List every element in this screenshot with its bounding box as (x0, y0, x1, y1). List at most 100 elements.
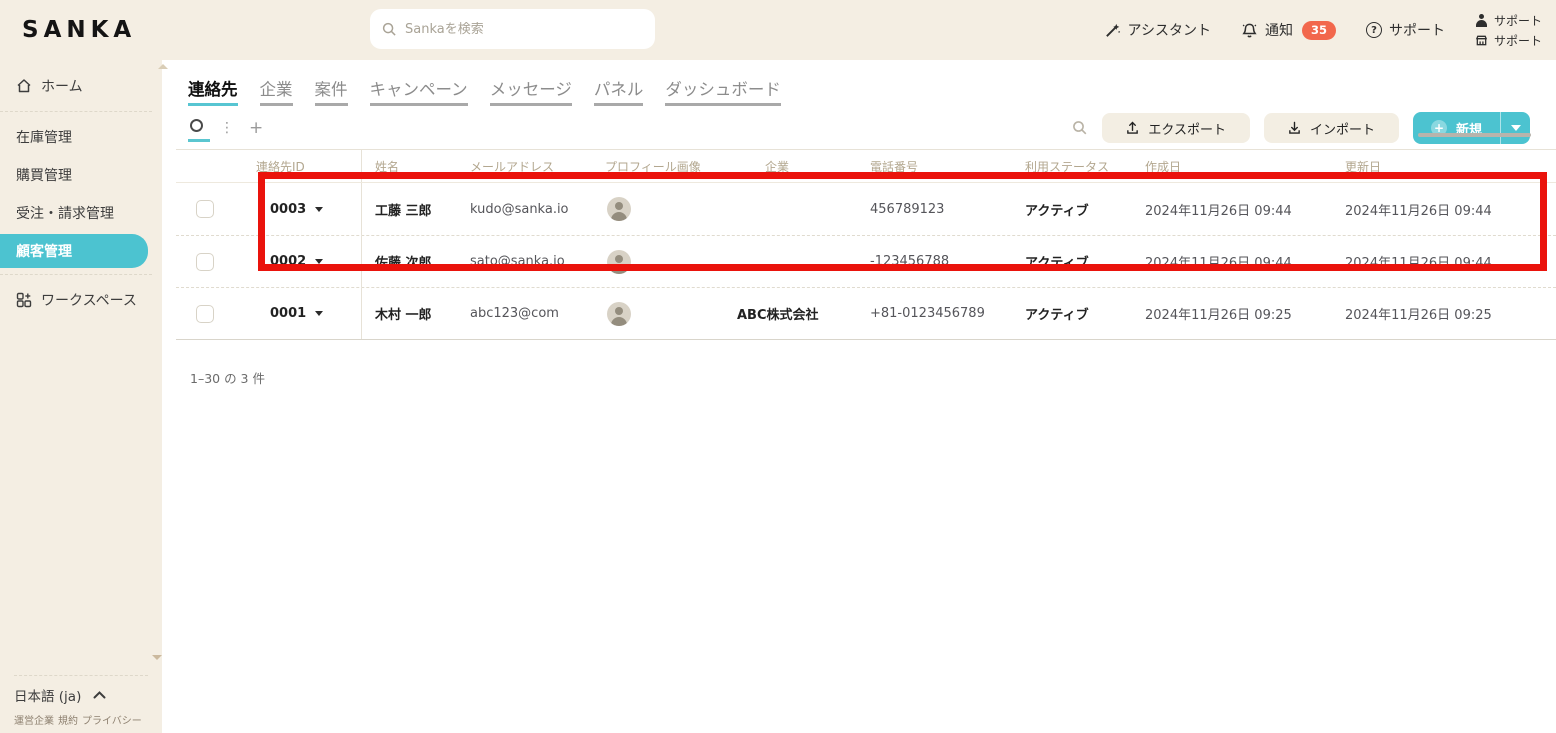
add-view-icon[interactable]: + (249, 118, 263, 138)
legal-links: 運営企業 規約 プライバシー (14, 712, 148, 727)
storefront-icon (1475, 34, 1488, 47)
cell-select (176, 288, 250, 339)
cell-company[interactable] (725, 183, 860, 235)
contacts-table: 連絡先ID 姓名 メールアドレス プロフィール画像 企業 電話番号 利用ステータ… (176, 149, 1556, 340)
sidebar-item-orders-billing[interactable]: 受注・請求管理 (0, 194, 162, 232)
user-menu[interactable]: サポート サポート (1475, 12, 1542, 49)
cell-company[interactable]: ABC株式会社 (725, 288, 860, 339)
cell-company[interactable] (725, 236, 860, 287)
new-record-button[interactable]: + 新規 (1412, 112, 1530, 144)
sidebar-item-purchasing[interactable]: 購買管理 (0, 156, 162, 194)
import-button[interactable]: インポート (1263, 113, 1399, 143)
sidebar-item-label: 受注・請求管理 (16, 206, 114, 222)
header-contact-id[interactable]: 連絡先ID (250, 150, 362, 182)
cell-status[interactable]: アクティブ (1015, 183, 1135, 235)
header-status[interactable]: 利用ステータス (1015, 150, 1135, 182)
export-label: エクスポート (1148, 122, 1226, 138)
tab-contacts[interactable]: 連絡先 (188, 76, 238, 106)
table-row: 0001 木村 一郎 abc123@com ABC株式会社 +81-012345… (176, 287, 1556, 339)
header-phone[interactable]: 電話番号 (860, 150, 1015, 182)
cell-email[interactable]: abc123@com (460, 288, 595, 339)
divider (0, 111, 152, 112)
cell-profile-image (595, 183, 725, 235)
cell-phone[interactable]: -123456788 (860, 236, 1015, 287)
cell-profile-image (595, 288, 725, 339)
tab-messages[interactable]: メッセージ (489, 76, 572, 106)
person-icon (1475, 13, 1488, 27)
download-icon (1288, 121, 1301, 135)
cell-contact-id: 0003 (250, 183, 362, 235)
cell-email[interactable]: kudo@sanka.io (460, 183, 595, 235)
header-profile-image[interactable]: プロフィール画像 (595, 150, 725, 182)
cell-contact-id: 0001 (250, 288, 362, 339)
module-tabs: 連絡先 企業 案件 キャンペーン メッセージ パネル ダッシュボード (176, 60, 1556, 106)
new-record-dropdown[interactable] (1500, 112, 1530, 144)
search-icon (382, 22, 397, 37)
contact-id-dropdown[interactable]: 0001 (270, 306, 324, 321)
sidebar: ホーム 在庫管理 購買管理 受注・請求管理 顧客管理 ワークスペース 日本語 (… (0, 60, 162, 733)
view-toolbar: ⋮ + エクスポート インポート + 新規 (176, 112, 1556, 144)
bell-icon (1241, 22, 1258, 39)
row-checkbox[interactable] (196, 252, 214, 271)
app-logo[interactable]: SANKA (22, 17, 352, 43)
contact-id-dropdown[interactable]: 0002 (270, 254, 324, 269)
tab-companies[interactable]: 企業 (259, 76, 293, 106)
avatar-icon[interactable] (607, 197, 631, 221)
global-search[interactable] (370, 9, 655, 49)
header-email[interactable]: メールアドレス (460, 150, 595, 182)
view-tab-active[interactable] (188, 118, 210, 142)
tab-dashboard[interactable]: ダッシュボード (665, 76, 781, 106)
contact-id: 0003 (270, 201, 307, 217)
legal-link-terms[interactable]: 規約 (58, 712, 78, 727)
upload-icon (1126, 121, 1139, 135)
caret-down-icon (315, 311, 324, 316)
sidebar-item-customers[interactable]: 顧客管理 (0, 234, 148, 268)
tab-deals[interactable]: 案件 (314, 76, 348, 106)
sidebar-item-inventory[interactable]: 在庫管理 (0, 118, 162, 156)
assistant-button[interactable]: アシスタント (1104, 20, 1211, 40)
wand-icon (1104, 22, 1121, 39)
cell-created: 2024年11月26日 09:25 (1145, 308, 1292, 323)
notifications-button[interactable]: 通知 35 (1241, 20, 1336, 40)
circle-view-icon (190, 119, 203, 132)
contact-id-dropdown[interactable]: 0003 (270, 201, 324, 217)
question-icon: ? (1365, 22, 1382, 38)
cell-name[interactable]: 工藤 三郎 (362, 183, 460, 235)
sidebar-item-home[interactable]: ホーム (0, 60, 162, 105)
header-company[interactable]: 企業 (725, 150, 860, 182)
sidebar-item-label: ホーム (41, 79, 83, 95)
language-selector[interactable]: 日本語 (ja) (14, 685, 148, 705)
table-search-icon[interactable] (1072, 120, 1088, 136)
export-button[interactable]: エクスポート (1102, 113, 1250, 143)
pagination-summary: 1–30 の 3 件 (190, 371, 265, 386)
avatar-icon[interactable] (607, 249, 631, 274)
cell-status[interactable]: アクティブ (1015, 288, 1135, 339)
cell-profile-image (595, 236, 725, 287)
support-button[interactable]: ? サポート (1365, 20, 1445, 40)
cell-status[interactable]: アクティブ (1015, 236, 1135, 287)
cell-created: 2024年11月26日 09:44 (1145, 256, 1292, 271)
header-created[interactable]: 作成日 (1135, 150, 1335, 182)
search-input[interactable] (405, 21, 643, 37)
cell-email[interactable]: sato@sanka.io (460, 236, 595, 287)
cell-name[interactable]: 木村 一郎 (362, 288, 460, 339)
cell-phone[interactable]: +81-0123456789 (860, 288, 1015, 339)
scroll-up-indicator[interactable] (158, 64, 168, 69)
cell-name[interactable]: 佐藤 次郎 (362, 236, 460, 287)
header-updated[interactable]: 更新日 (1335, 150, 1556, 182)
table-row: 0002 佐藤 次郎 sato@sanka.io -123456788 アクティ… (176, 235, 1556, 287)
cell-phone[interactable]: 456789123 (860, 183, 1015, 235)
row-checkbox[interactable] (196, 304, 214, 323)
legal-link-company[interactable]: 運営企業 (14, 712, 54, 727)
legal-link-privacy[interactable]: プライバシー (82, 712, 142, 727)
header-name[interactable]: 姓名 (362, 150, 460, 182)
avatar-icon[interactable] (607, 301, 631, 326)
tab-campaigns[interactable]: キャンペーン (369, 76, 468, 106)
sidebar-item-workspace[interactable]: ワークスペース (0, 281, 162, 319)
caret-down-icon (315, 259, 324, 264)
row-checkbox[interactable] (196, 200, 214, 218)
view-options-icon[interactable]: ⋮ (220, 120, 234, 136)
tab-panels[interactable]: パネル (593, 76, 644, 106)
horizontal-scrollbar[interactable] (1418, 133, 1531, 137)
scroll-down-indicator[interactable] (152, 655, 162, 660)
